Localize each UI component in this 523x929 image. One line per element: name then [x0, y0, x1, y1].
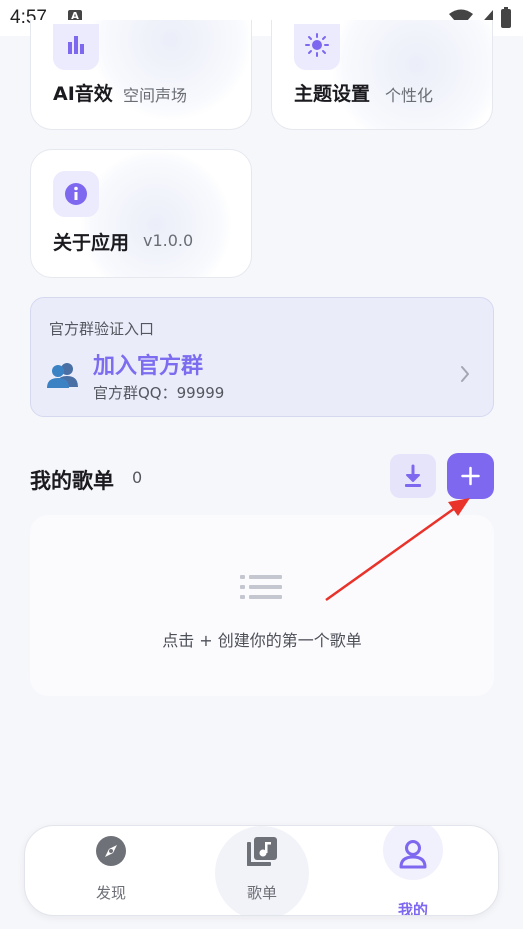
feature-title: AI音效 [53, 83, 113, 105]
sun-icon [305, 33, 329, 57]
bar-chart-icon [68, 36, 84, 54]
feature-title: 主题设置 [294, 83, 371, 105]
official-group-banner[interactable]: 官方群验证入口 加入官方群 官方群QQ：99999 [30, 297, 494, 417]
download-button[interactable] [390, 454, 436, 498]
group-users-icon [47, 363, 78, 388]
nav-label: 发现 [95, 884, 126, 902]
download-icon [405, 464, 421, 487]
nav-tab-discover[interactable]: 发现 [63, 826, 159, 915]
user-icon [399, 840, 427, 869]
feature-card-theme[interactable]: 主题设置 个性化 [271, 20, 493, 130]
feature-icon-tile [294, 24, 340, 70]
info-icon [65, 183, 87, 205]
feature-title: 关于应用 [53, 232, 130, 254]
feature-subtitle: 空间声场 [123, 86, 188, 105]
feature-icon-tile [53, 171, 99, 217]
nav-tab-mine[interactable]: 我的 [365, 826, 461, 916]
group-header: 官方群验证入口 [49, 320, 155, 338]
music-library-icon [247, 837, 277, 866]
compass-icon [96, 836, 126, 866]
nav-tab-playlists[interactable]: 歌单 [215, 826, 309, 915]
group-title: 加入官方群 [93, 354, 204, 379]
chevron-right-icon [461, 366, 469, 382]
empty-playlists-text: 点击 + 创建你的第一个歌单 [162, 631, 362, 650]
feature-subtitle: 个性化 [385, 86, 434, 105]
playlists-count: 0 [132, 468, 143, 487]
empty-playlists-card: 点击 + 创建你的第一个歌单 [30, 515, 494, 696]
plus-icon [461, 466, 480, 486]
list-icon [240, 575, 282, 599]
feature-card-about[interactable]: 关于应用 v1.0.0 [30, 149, 252, 278]
feature-icon-tile [53, 24, 99, 70]
nav-label: 我的 [397, 901, 428, 916]
bottom-nav: 发现 歌单 我的 [24, 825, 499, 916]
group-qq-number: 官方群QQ：99999 [93, 384, 225, 402]
nav-label: 歌单 [246, 884, 277, 902]
battery-icon [501, 9, 511, 28]
feature-card-ai-sound[interactable]: AI音效 空间声场 [30, 20, 252, 130]
add-playlist-button[interactable] [447, 453, 494, 499]
feature-subtitle: v1.0.0 [143, 231, 194, 250]
playlists-title: 我的歌单 [30, 469, 114, 493]
